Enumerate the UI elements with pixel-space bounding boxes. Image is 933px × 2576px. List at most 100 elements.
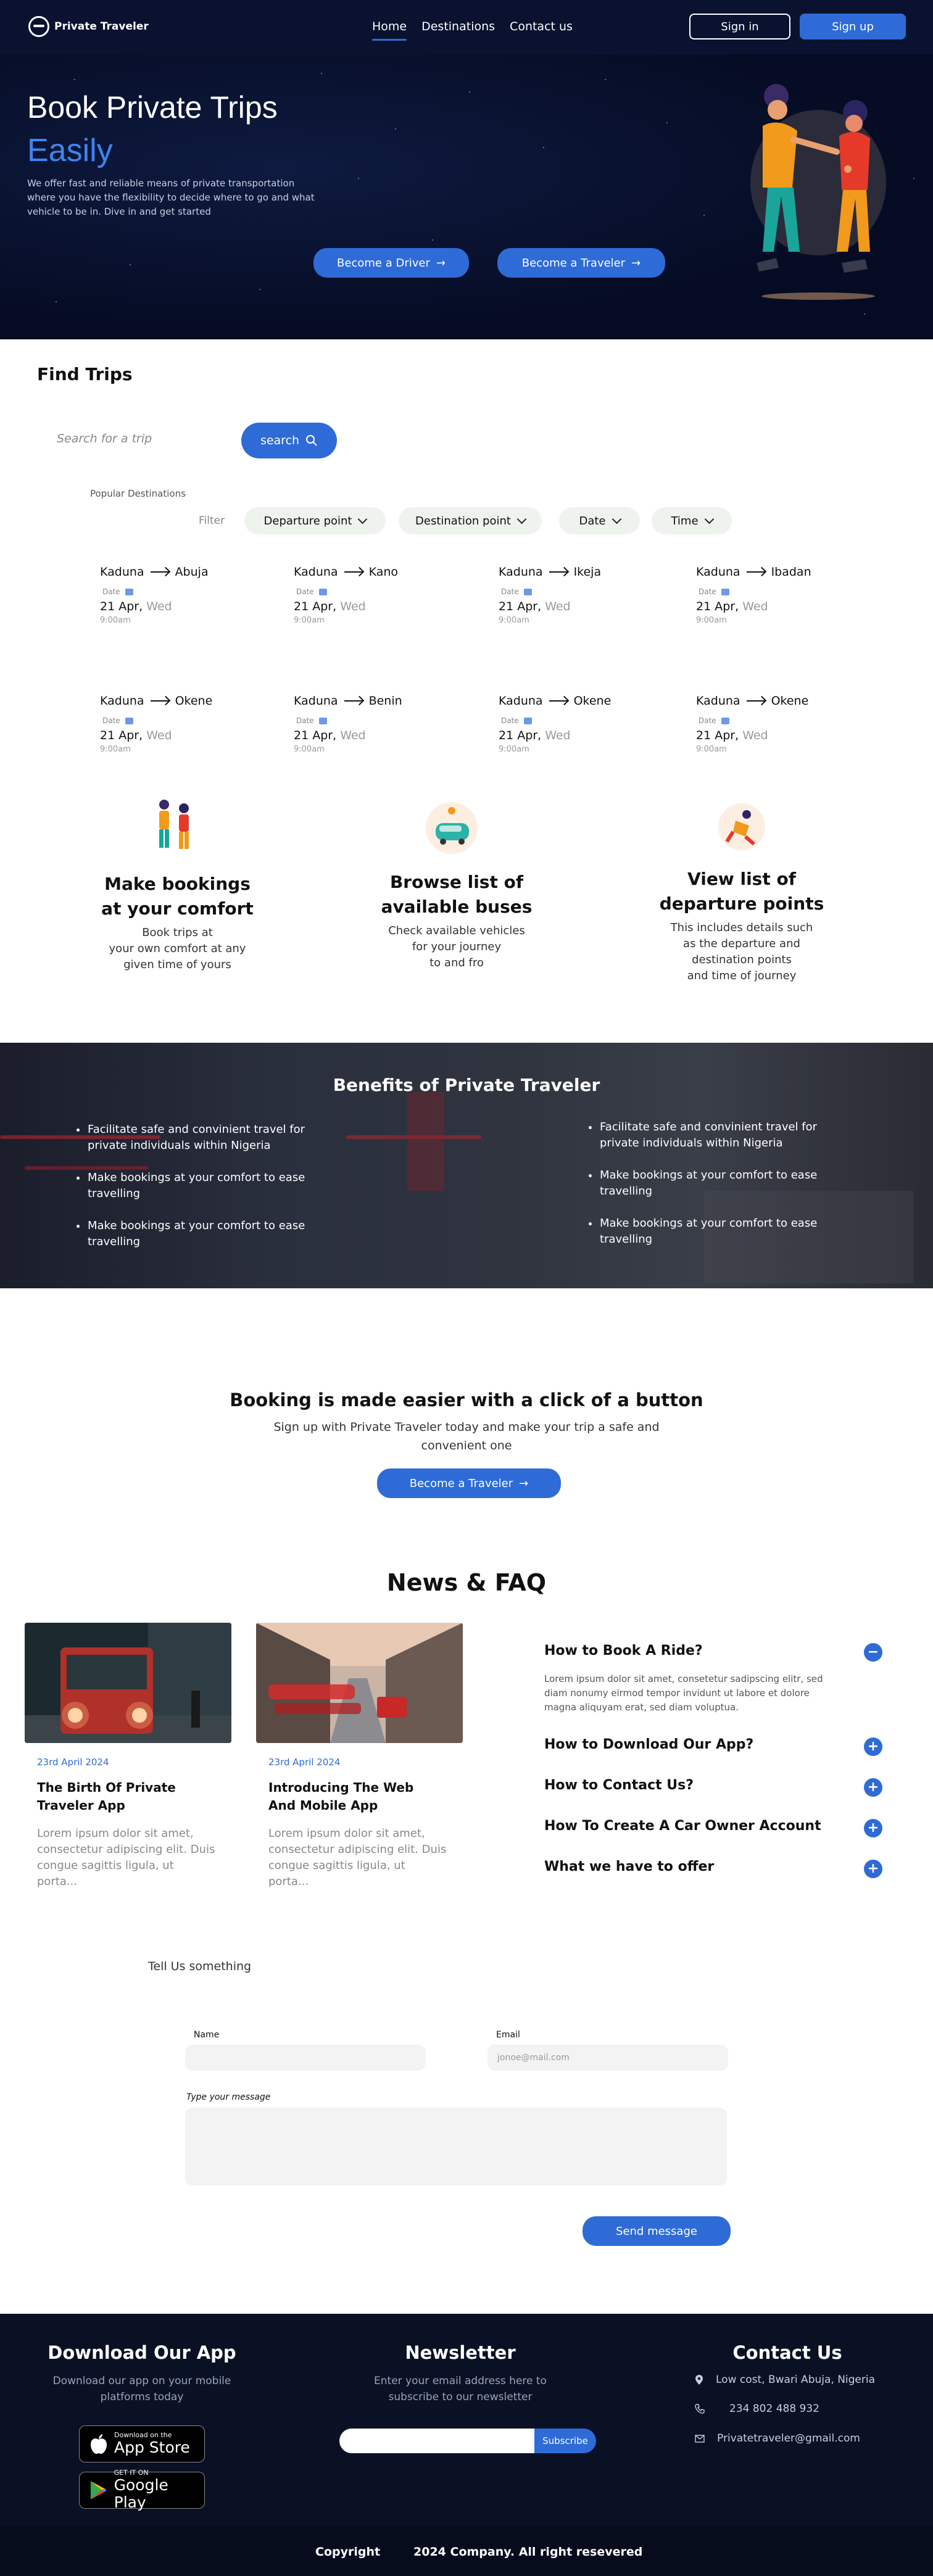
arrow-right-icon bbox=[746, 571, 765, 573]
trip-date-label-row: Date bbox=[696, 587, 844, 596]
faq-expand-icon[interactable]: + bbox=[864, 1860, 882, 1878]
become-driver-button[interactable]: Become a Driver → bbox=[313, 248, 469, 278]
email-field[interactable]: jonoe@mail.com bbox=[487, 2045, 728, 2071]
trip-to: Ibadan bbox=[771, 565, 811, 579]
trip-card[interactable]: Kaduna Okene Date 21 Apr, Wed 9:00am bbox=[100, 694, 248, 754]
footer-app-title: Download Our App bbox=[48, 2342, 236, 2363]
trip-route: Kaduna Okene bbox=[100, 694, 248, 708]
trip-time: 9:00am bbox=[100, 616, 131, 625]
chevron-down-icon bbox=[358, 514, 368, 524]
cta-description: Sign up with Private Traveler today and … bbox=[273, 1420, 660, 1452]
filter-date[interactable]: Date bbox=[559, 507, 640, 534]
nav-destinations[interactable]: Destinations bbox=[421, 20, 495, 33]
trip-time: 9:00am bbox=[696, 616, 727, 625]
faq-answer: Lorem ipsum dolor sit amet, consetetur s… bbox=[544, 1673, 823, 1713]
trip-card[interactable]: Kaduna Okene Date 21 Apr, Wed 9:00am bbox=[696, 694, 844, 754]
faq-expand-icon[interactable]: + bbox=[864, 1737, 882, 1756]
trip-day: Wed bbox=[146, 729, 172, 742]
faq-expand-icon[interactable]: + bbox=[864, 1778, 882, 1797]
bus-photo bbox=[25, 1623, 231, 1743]
faq-collapse-icon[interactable]: − bbox=[864, 1643, 882, 1662]
trip-to: Abuja bbox=[175, 565, 209, 579]
trip-route: Kaduna Okene bbox=[499, 694, 647, 708]
feature-bookings: Make bookings at your comfort Book trips… bbox=[86, 872, 268, 973]
trip-date-label: Date bbox=[296, 716, 314, 725]
copyright-company: 2024 Company. All right resevered bbox=[413, 2545, 643, 2559]
trip-date: 21 Apr, Wed bbox=[294, 600, 442, 613]
location-pin-icon bbox=[695, 2375, 703, 2385]
news-excerpt: Lorem ipsum dolor sit amet, consectetur … bbox=[268, 1827, 447, 1888]
trip-card[interactable]: Kaduna Kano Date 21 Apr, Wed 9:00am bbox=[294, 565, 442, 625]
trip-date-label: Date bbox=[296, 587, 314, 596]
nav-links: Home Destinations Contact us bbox=[372, 20, 573, 41]
trip-date-label-row: Date bbox=[100, 716, 248, 725]
filter-departure[interactable]: Departure point bbox=[244, 507, 386, 534]
faq-expand-icon[interactable]: + bbox=[864, 1819, 882, 1837]
news-title[interactable]: Introducing The Web And Mobile App bbox=[268, 1779, 423, 1815]
faq-question-book-ride[interactable]: How to Book A Ride? bbox=[544, 1643, 703, 1659]
news-title[interactable]: The Birth Of Private Traveler App bbox=[37, 1779, 191, 1815]
trip-card[interactable]: Kaduna Benin Date 21 Apr, Wed 9:00am bbox=[294, 694, 442, 754]
trip-date-value: 21 Apr, bbox=[696, 600, 739, 613]
contact-phone: 234 802 488 932 bbox=[695, 2403, 819, 2415]
app-store-big: App Store bbox=[114, 2438, 190, 2456]
signin-button[interactable]: Sign in bbox=[689, 14, 790, 39]
copyright-label: Copyright bbox=[315, 2545, 381, 2559]
arrow-right-icon bbox=[549, 571, 568, 573]
email-label: Email bbox=[496, 2030, 520, 2040]
street-photo bbox=[256, 1623, 463, 1743]
become-traveler-button[interactable]: Become a Traveler → bbox=[497, 248, 665, 278]
signup-button[interactable]: Sign up bbox=[800, 14, 906, 39]
search-button[interactable]: search bbox=[241, 423, 337, 458]
nav-contact[interactable]: Contact us bbox=[510, 20, 573, 33]
trip-route: Kaduna Kano bbox=[294, 565, 442, 579]
faq-question-contact[interactable]: How to Contact Us? bbox=[544, 1778, 694, 1793]
calendar-icon bbox=[318, 588, 327, 595]
message-field[interactable] bbox=[185, 2108, 727, 2185]
send-message-button[interactable]: Send message bbox=[583, 2216, 731, 2246]
trip-date-label-row: Date bbox=[100, 587, 248, 596]
benefits-left-list: Facilitate safe and convinient travel fo… bbox=[77, 1122, 323, 1266]
trip-card[interactable]: Kaduna Okene Date 21 Apr, Wed 9:00am bbox=[499, 694, 647, 754]
hero-title: Book Private Trips bbox=[27, 90, 278, 125]
faq-question-download[interactable]: How to Download Our App? bbox=[544, 1737, 753, 1752]
name-label: Name bbox=[194, 2030, 220, 2040]
trip-date: 21 Apr, Wed bbox=[100, 729, 248, 742]
news-card[interactable]: 23rd April 2024 The Birth Of Private Tra… bbox=[25, 1623, 231, 1890]
newsletter-email-input[interactable] bbox=[339, 2429, 536, 2453]
hero-accent: Easily bbox=[27, 133, 113, 168]
trip-card[interactable]: Kaduna Abuja Date 21 Apr, Wed 9:00am bbox=[100, 565, 248, 625]
trip-date-label-row: Date bbox=[294, 716, 442, 725]
feature-title: Browse list of available buses bbox=[381, 872, 533, 917]
subscribe-button[interactable]: Subscribe bbox=[534, 2429, 596, 2453]
hero-section: Book Private Trips Easily We offer fast … bbox=[0, 54, 933, 339]
trip-card[interactable]: Kaduna Ikeja Date 21 Apr, Wed 9:00am bbox=[499, 565, 647, 625]
footer-newsletter-title: Newsletter bbox=[405, 2342, 516, 2363]
feature-title: View list of departure points bbox=[659, 869, 824, 914]
app-store-button[interactable]: Download on the App Store bbox=[79, 2425, 205, 2462]
trip-date: 21 Apr, Wed bbox=[499, 729, 647, 742]
chevron-down-icon bbox=[612, 514, 621, 524]
brand-logo[interactable]: Private Traveler bbox=[28, 16, 149, 37]
nav-home[interactable]: Home bbox=[372, 20, 407, 41]
news-image-bus-night bbox=[25, 1623, 231, 1743]
trip-date-value: 21 Apr, bbox=[294, 729, 337, 742]
cta-traveler-button[interactable]: Become a Traveler → bbox=[377, 1468, 561, 1498]
trip-time: 9:00am bbox=[499, 616, 529, 625]
trip-day: Wed bbox=[545, 729, 571, 742]
faq-question-offer[interactable]: What we have to offer bbox=[544, 1859, 714, 1874]
search-input[interactable]: Search for a trip bbox=[57, 432, 152, 445]
feature-buses: Browse list of available buses Check ava… bbox=[364, 870, 549, 971]
trip-card[interactable]: Kaduna Ibadan Date 21 Apr, Wed 9:00am bbox=[696, 565, 844, 625]
name-field[interactable] bbox=[185, 2045, 426, 2071]
arrow-right-icon bbox=[150, 571, 169, 573]
filter-time[interactable]: Time bbox=[652, 507, 732, 534]
trip-time: 9:00am bbox=[696, 745, 727, 754]
google-play-button[interactable]: GET IT ON Google Play bbox=[79, 2469, 205, 2511]
calendar-icon bbox=[721, 717, 729, 724]
filter-destination[interactable]: Destination point bbox=[399, 507, 542, 534]
trip-date-label: Date bbox=[699, 716, 716, 725]
news-card[interactable]: 23rd April 2024 Introducing The Web And … bbox=[256, 1623, 463, 1890]
faq-question-car-owner[interactable]: How To Create A Car Owner Account bbox=[544, 1818, 821, 1834]
news-date: 23rd April 2024 bbox=[37, 1757, 109, 1768]
